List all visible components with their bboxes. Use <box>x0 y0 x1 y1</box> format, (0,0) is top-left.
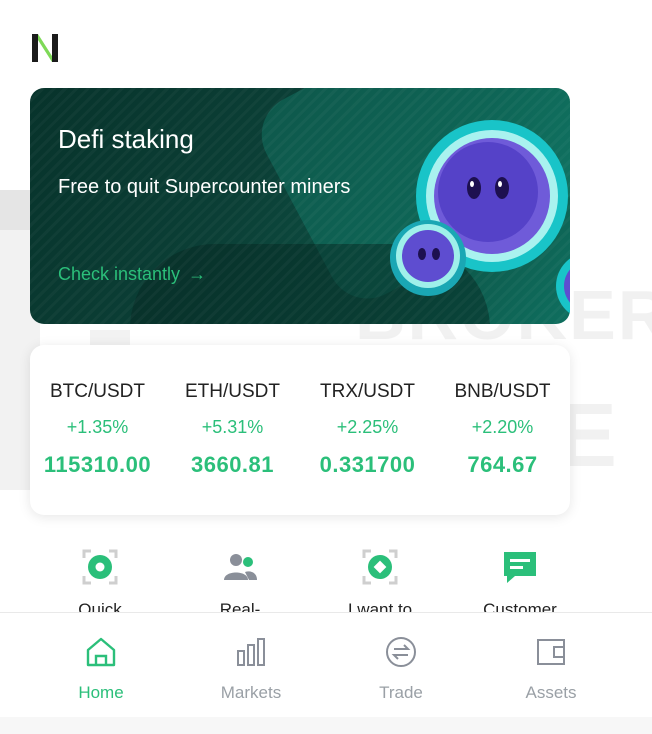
home-icon <box>84 635 118 669</box>
ticker-pair: ETH/USDT <box>185 381 280 402</box>
banner-subtitle: Free to quit Supercounter miners <box>58 176 351 198</box>
shortcut-row: Quick Real- I want to Customer <box>30 540 590 612</box>
bottom-safe-area <box>0 717 652 734</box>
ticker-item-eth[interactable]: ETH/USDT +5.31% 3660.81 <box>168 381 298 478</box>
ticker-price: 115310.00 <box>43 452 152 477</box>
wallet-icon <box>534 635 568 669</box>
shortcut-label: I want to <box>347 600 413 612</box>
ticker-item-btc[interactable]: BTC/USDT +1.35% 115310.00 <box>33 381 163 478</box>
nav-assets[interactable]: Assets <box>491 613 611 717</box>
ticker-price: 764.67 <box>467 452 538 477</box>
check-instantly-link[interactable]: Check instantly → <box>58 264 206 285</box>
promo-banner[interactable]: Defi staking Free to quit Supercounter m… <box>30 88 570 324</box>
bottom-nav: Home Markets Trade Assets <box>0 613 652 717</box>
circle-target-icon <box>361 548 399 586</box>
ticker-price: 0.331700 <box>319 452 416 477</box>
nav-label: Home <box>78 683 124 702</box>
users-icon <box>221 548 259 586</box>
nav-markets[interactable]: Markets <box>191 613 311 717</box>
shortcut-label: Real- <box>219 600 261 612</box>
bar-chart-icon <box>234 635 268 669</box>
nav-trade[interactable]: Trade <box>341 613 461 717</box>
nav-label: Markets <box>220 683 282 702</box>
ticker-item-trx[interactable]: TRX/USDT +2.25% 0.331700 <box>303 381 433 478</box>
shortcut-real[interactable]: Real- <box>170 540 310 612</box>
shortcut-i-want-to[interactable]: I want to <box>310 540 450 612</box>
arrow-right-icon: → <box>188 264 207 284</box>
ticker-change: +1.35% <box>66 417 129 437</box>
shortcut-quick[interactable]: Quick <box>30 540 170 612</box>
ticker-pair: BTC/USDT <box>50 381 145 402</box>
mascot-coins-illustration <box>390 120 570 314</box>
ticker-item-bnb[interactable]: BNB/USDT +2.20% 764.67 <box>438 381 568 478</box>
ticker-price: 3660.81 <box>190 452 275 477</box>
market-ticker-card: BTC/USDT +1.35% 115310.00 ETH/USDT +5.31… <box>30 345 570 515</box>
ticker-change: +2.20% <box>471 417 534 437</box>
nav-label: Trade <box>379 683 423 702</box>
exchange-icon <box>384 635 418 669</box>
nav-label: Assets <box>525 683 577 702</box>
nav-home[interactable]: Home <box>41 613 161 717</box>
banner-title: Defi staking <box>58 124 194 154</box>
shortcut-customer[interactable]: Customer <box>450 540 590 612</box>
ticker-pair: TRX/USDT <box>320 381 415 402</box>
ticker-change: +5.31% <box>201 417 264 437</box>
shortcut-label: Quick <box>78 600 122 612</box>
ticker-change: +2.25% <box>336 417 399 437</box>
banner-link-label: Check instantly <box>58 264 181 284</box>
shortcut-label: Customer <box>483 600 557 612</box>
chat-icon <box>501 548 539 586</box>
app-logo <box>30 30 60 64</box>
quick-buy-icon <box>81 548 119 586</box>
ticker-pair: BNB/USDT <box>454 381 551 402</box>
